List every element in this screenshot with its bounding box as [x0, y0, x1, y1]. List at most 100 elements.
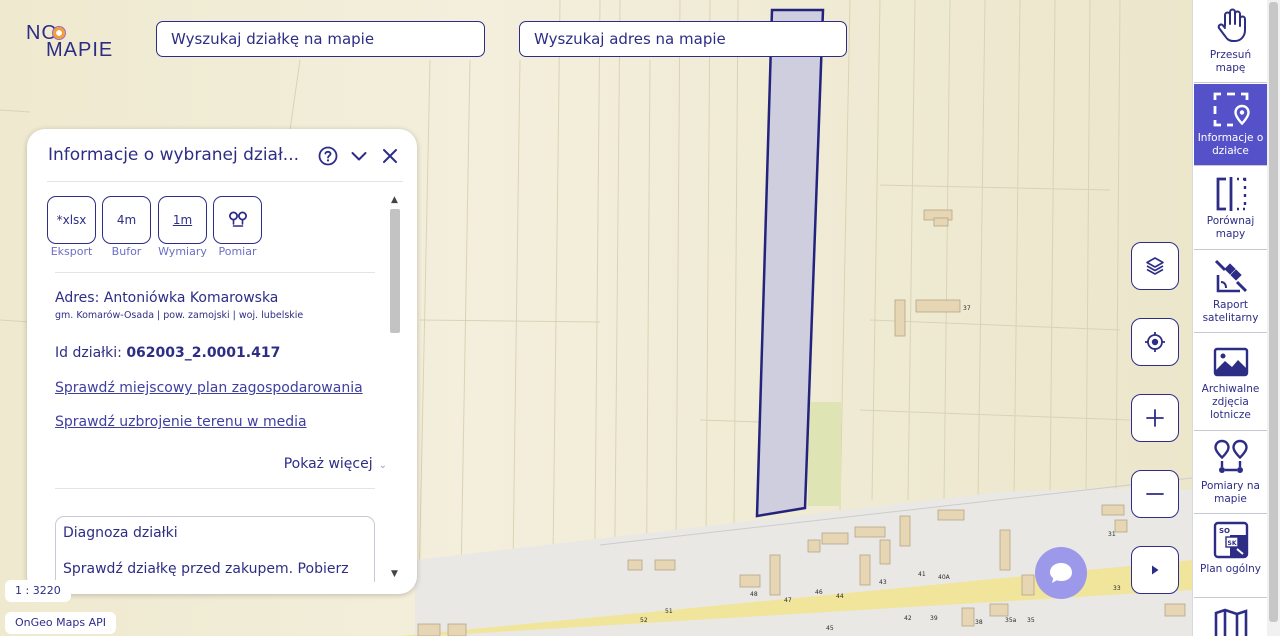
photo-icon [1213, 347, 1249, 377]
toolbar-label: Raport satelitarny [1202, 299, 1259, 324]
toolbar-scroll-thumb[interactable] [1269, 2, 1278, 622]
map-book-icon [1214, 608, 1248, 636]
svg-text:SO: SO [1219, 527, 1230, 535]
general-plan-button[interactable]: SO SK Plan ogólny [1194, 515, 1267, 598]
house-number: 48 [750, 591, 758, 598]
parcel-address-admin: gm. Komarów-Osada | pow. zamojski | woj.… [55, 310, 304, 321]
scroll-up-icon[interactable]: ▲ [391, 195, 398, 205]
divider [55, 488, 375, 489]
panel-body: *xlsx Eksport 4m Bufor 1m Wymiary Pomiar… [27, 182, 387, 582]
export-xlsx-button[interactable]: *xlsx Eksport [47, 196, 96, 260]
search-parcel-input[interactable] [171, 30, 470, 48]
api-badge[interactable]: OnGeo Maps API [5, 612, 116, 634]
map-scale: 1 : 3220 [5, 580, 71, 602]
layers-icon [1146, 257, 1164, 275]
chat-bubble-icon [1050, 563, 1072, 583]
buffer-button[interactable]: 4m Bufor [102, 196, 151, 260]
house-number: 38 [975, 619, 983, 626]
plan-icon: SO SK [1213, 521, 1249, 559]
parcel-id-label: Id działki: [55, 345, 127, 361]
house-number: 31 [1108, 531, 1116, 538]
logo[interactable]: NO MAPIE [26, 22, 126, 62]
close-icon[interactable] [380, 146, 400, 166]
compare-icon [1216, 177, 1247, 211]
measure-pins-icon [213, 196, 262, 244]
chat-button[interactable] [1035, 547, 1087, 599]
tool-label: Bufor [111, 245, 142, 258]
house-number: 43 [879, 579, 887, 586]
layers-button[interactable] [1131, 242, 1179, 290]
house-number: 35 [1027, 617, 1035, 624]
dimensions-button[interactable]: 1m Wymiary [158, 196, 207, 260]
zoom-in-button[interactable] [1131, 394, 1179, 442]
toolbar-label: Pomiary na mapie [1201, 480, 1260, 505]
toolbar-scrollbar[interactable] [1267, 0, 1280, 636]
buffer-icon: 4m [102, 196, 151, 244]
parcel-tools: *xlsx Eksport 4m Bufor 1m Wymiary Pomiar [47, 196, 347, 260]
hand-icon [1217, 8, 1246, 42]
show-more-button[interactable]: Pokaż więcej ⌄ [57, 456, 387, 472]
panel-title: Informacje o wybranej dział... [48, 145, 299, 165]
parcel-info-panel: Informacje o wybranej dział... *xlsx Eks… [27, 129, 417, 594]
parcel-info-icon [1213, 92, 1250, 127]
dimensions-icon: 1m [158, 196, 207, 244]
help-icon[interactable] [318, 146, 338, 166]
map-book-button[interactable] [1194, 599, 1267, 636]
local-plan-link[interactable]: Sprawdź miejscowy plan zagospodarowania [55, 380, 363, 396]
search-parcel-field [156, 21, 485, 57]
house-number: 46 [815, 589, 823, 596]
compare-maps-button[interactable]: Porównaj mapy [1194, 167, 1267, 250]
search-address-field [519, 21, 847, 57]
panel-header: Informacje o wybranej dział... [27, 129, 417, 181]
divider [55, 272, 375, 273]
svg-text:SK: SK [1228, 540, 1237, 547]
tool-label: Pomiar [218, 245, 257, 258]
diagnosis-text: Sprawdź działkę przed zakupem. Pobierz [63, 561, 349, 577]
house-number: 41 [918, 571, 926, 578]
satellite-icon [1214, 259, 1248, 293]
play-triangle-icon [1152, 565, 1159, 575]
measure-button[interactable]: Pomiar [213, 196, 262, 260]
house-number: 45 [826, 625, 834, 632]
toolbar-label: Archiwalne zdjęcia lotnicze [1201, 383, 1260, 421]
utilities-link[interactable]: Sprawdź uzbrojenie terenu w media [55, 414, 307, 430]
toolbar-label: Plan ogólny [1200, 563, 1261, 575]
panel-scrollbar[interactable]: ▲ ▼ [389, 195, 401, 579]
logo-line2: MAPIE [46, 39, 114, 61]
measurements-button[interactable]: Pomiary na mapie [1194, 432, 1267, 514]
satellite-report-button[interactable]: Raport satelitarny [1194, 251, 1267, 333]
house-number: 44 [836, 593, 844, 600]
house-number: 35a [1005, 617, 1017, 624]
parcel-address: Adres: Antoniówka Komarowska [55, 290, 279, 306]
search-address-input[interactable] [534, 30, 832, 48]
toolbar-label: Porównaj mapy [1206, 215, 1255, 240]
house-number: 51 [665, 608, 673, 615]
locate-button[interactable] [1131, 318, 1179, 366]
scroll-down-icon[interactable]: ▼ [391, 569, 398, 579]
house-number: 37 [963, 305, 971, 312]
house-number: 39 [930, 615, 938, 622]
house-number: 33 [1113, 585, 1121, 592]
expand-panel-button[interactable] [1131, 546, 1179, 594]
zoom-out-button[interactable] [1131, 470, 1179, 518]
export-xlsx-icon: *xlsx [47, 196, 96, 244]
plus-icon [1146, 409, 1164, 427]
show-more-label: Pokaż więcej [283, 456, 373, 472]
chevron-down-icon: ⌄ [378, 460, 387, 471]
parcel-id-line: Id działki: 062003_2.0001.417 [55, 345, 280, 361]
logo-pin-icon [52, 26, 66, 40]
tool-label: Wymiary [158, 245, 207, 258]
pan-map-button[interactable]: Przesuń mapę [1194, 0, 1267, 83]
diagnosis-title: Diagnoza działki [63, 525, 178, 541]
scroll-thumb[interactable] [390, 209, 400, 333]
diagnosis-card[interactable]: Diagnoza działki Sprawdź działkę przed z… [55, 516, 375, 582]
parcel-info-button[interactable]: Informacje o działce [1194, 84, 1267, 166]
crosshair-icon [1145, 332, 1165, 352]
house-number: 42 [904, 615, 912, 622]
measure-icon [1214, 439, 1248, 473]
house-number: 47 [784, 597, 792, 604]
chevron-down-icon[interactable] [349, 146, 369, 166]
house-number: 52 [640, 617, 648, 624]
tool-label: Eksport [50, 245, 93, 258]
archive-photos-button[interactable]: Archiwalne zdjęcia lotnicze [1194, 334, 1267, 431]
